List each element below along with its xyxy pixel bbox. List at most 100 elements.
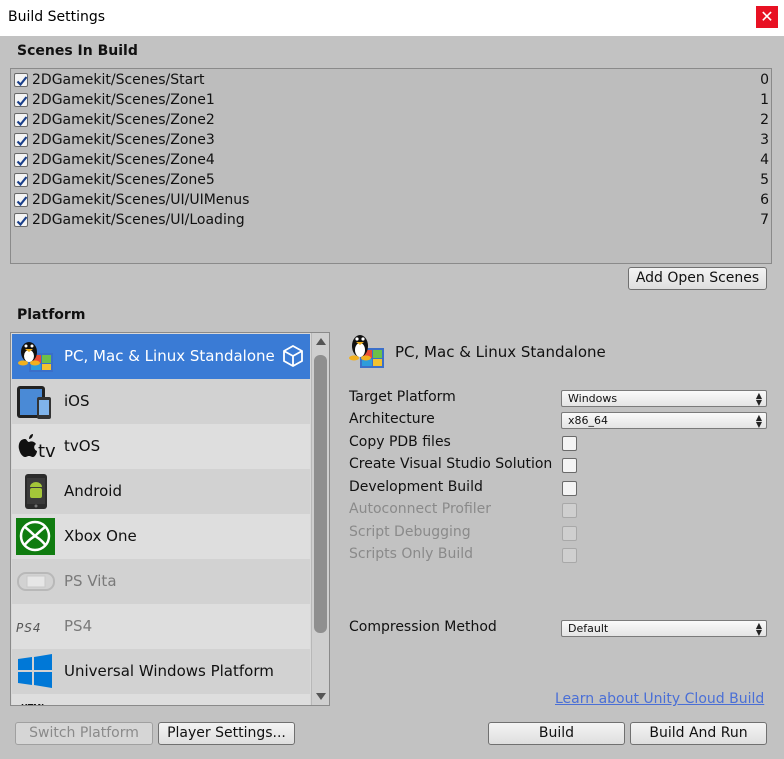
html5-icon-text: HTML bbox=[21, 703, 46, 706]
scene-checkbox[interactable] bbox=[14, 133, 28, 147]
scene-row[interactable]: 2DGamekit/Scenes/Zone5 5 bbox=[13, 170, 769, 190]
platform-list: PC, Mac & Linux Standalone iOS tv tvOS Andro… bbox=[10, 332, 330, 706]
architecture-dropdown[interactable]: x86_64 ▲ ▼ bbox=[561, 412, 767, 429]
target-platform-value: Windows bbox=[568, 392, 618, 405]
create-vs-solution-label: Create Visual Studio Solution bbox=[349, 456, 553, 472]
selected-platform-title: PC, Mac & Linux Standalone bbox=[395, 343, 606, 361]
platform-item-label: PC, Mac & Linux Standalone bbox=[64, 347, 275, 365]
scene-path: 2DGamekit/Scenes/Zone2 bbox=[32, 112, 215, 128]
development-build-label: Development Build bbox=[349, 479, 483, 495]
scene-index: 7 bbox=[760, 212, 769, 228]
scene-row[interactable]: 2DGamekit/Scenes/Zone2 2 bbox=[13, 110, 769, 130]
scene-row[interactable]: 2DGamekit/Scenes/Start 0 bbox=[13, 70, 769, 90]
scene-row[interactable]: 2DGamekit/Scenes/Zone1 1 bbox=[13, 90, 769, 110]
scene-row[interactable]: 2DGamekit/Scenes/UI/UIMenus 6 bbox=[13, 190, 769, 210]
scene-index: 5 bbox=[760, 172, 769, 188]
scene-path: 2DGamekit/Scenes/Zone3 bbox=[32, 132, 215, 148]
scene-index: 0 bbox=[760, 72, 769, 88]
platform-list-scrollbar[interactable] bbox=[311, 333, 329, 705]
copy-pdb-label: Copy PDB files bbox=[349, 434, 451, 450]
pc-mac-linux-icon bbox=[15, 338, 55, 375]
architecture-label: Architecture bbox=[349, 411, 435, 427]
platform-item[interactable]: PC, Mac & Linux Standalone bbox=[12, 334, 310, 379]
autoconnect-profiler-checkbox bbox=[562, 503, 577, 518]
xbox-one-icon bbox=[15, 518, 55, 555]
scroll-down-icon[interactable] bbox=[316, 693, 326, 700]
development-build-checkbox[interactable] bbox=[562, 481, 577, 496]
target-platform-label: Target Platform bbox=[349, 389, 456, 405]
scene-checkbox[interactable] bbox=[14, 213, 28, 227]
build-button[interactable]: Build bbox=[488, 722, 625, 745]
scene-path: 2DGamekit/Scenes/UI/UIMenus bbox=[32, 192, 250, 208]
platform-item[interactable]: Android bbox=[12, 469, 310, 514]
platform-item[interactable]: HTMLWebGL bbox=[12, 694, 310, 706]
scripts-only-build-checkbox bbox=[562, 548, 577, 563]
scene-checkbox[interactable] bbox=[14, 193, 28, 207]
autoconnect-profiler-label: Autoconnect Profiler bbox=[349, 501, 492, 517]
architecture-value: x86_64 bbox=[568, 414, 609, 427]
scroll-thumb[interactable] bbox=[314, 355, 327, 633]
ps-vita-icon bbox=[15, 563, 55, 600]
windows-icon bbox=[15, 653, 55, 690]
scene-row[interactable]: 2DGamekit/Scenes/Zone4 4 bbox=[13, 150, 769, 170]
scene-checkbox[interactable] bbox=[14, 93, 28, 107]
html5-icon: HTML bbox=[15, 698, 55, 706]
scene-path: 2DGamekit/Scenes/Start bbox=[32, 72, 205, 88]
ios-icon bbox=[15, 383, 55, 420]
target-platform-dropdown[interactable]: Windows ▲ ▼ bbox=[561, 390, 767, 407]
platform-item-label: PS4 bbox=[64, 617, 93, 635]
scene-index: 2 bbox=[760, 112, 769, 128]
compression-method-label: Compression Method bbox=[349, 619, 497, 635]
compression-method-value: Default bbox=[568, 622, 609, 635]
platform-item-label: tvOS bbox=[64, 437, 101, 455]
platform-item[interactable]: PS4 PS4 bbox=[12, 604, 310, 649]
scene-index: 6 bbox=[760, 192, 769, 208]
compression-method-dropdown[interactable]: Default ▲ ▼ bbox=[561, 620, 767, 637]
scene-path: 2DGamekit/Scenes/Zone5 bbox=[32, 172, 215, 188]
platform-item[interactable]: PS Vita bbox=[12, 559, 310, 604]
create-vs-solution-checkbox[interactable] bbox=[562, 458, 577, 473]
scene-checkbox[interactable] bbox=[14, 173, 28, 187]
unity-active-platform-icon bbox=[282, 344, 304, 368]
copy-pdb-checkbox[interactable] bbox=[562, 436, 577, 451]
platform-item-label: Android bbox=[64, 482, 122, 500]
scene-row[interactable]: 2DGamekit/Scenes/Zone3 3 bbox=[13, 130, 769, 150]
platform-item[interactable]: Xbox One bbox=[12, 514, 310, 559]
window-title: Build Settings bbox=[8, 9, 106, 25]
platform-item[interactable]: tv tvOS bbox=[12, 424, 310, 469]
script-debugging-checkbox bbox=[562, 526, 577, 541]
script-debugging-label: Script Debugging bbox=[349, 524, 471, 540]
scene-path: 2DGamekit/Scenes/Zone1 bbox=[32, 92, 215, 108]
dropdown-arrows-icon: ▲ ▼ bbox=[755, 413, 762, 429]
scene-row[interactable]: 2DGamekit/Scenes/UI/Loading 7 bbox=[13, 210, 769, 230]
scene-index: 4 bbox=[760, 152, 769, 168]
platform-item[interactable]: Universal Windows Platform bbox=[12, 649, 310, 694]
close-icon[interactable]: ✕ bbox=[756, 6, 778, 28]
tvos-icon-text: tv bbox=[38, 441, 55, 462]
ps4-icon-text: PS4 bbox=[16, 621, 42, 635]
scene-checkbox[interactable] bbox=[14, 153, 28, 167]
platform-header: Platform bbox=[17, 307, 86, 323]
platform-item-label: Xbox One bbox=[64, 527, 137, 545]
ps4-icon: PS4 bbox=[15, 608, 55, 645]
scene-checkbox[interactable] bbox=[14, 73, 28, 87]
scenes-in-build-header: Scenes In Build bbox=[17, 43, 138, 59]
build-and-run-button[interactable]: Build And Run bbox=[630, 722, 767, 745]
switch-platform-button[interactable]: Switch Platform bbox=[15, 722, 153, 745]
platform-item-label: PS Vita bbox=[64, 572, 117, 590]
add-open-scenes-button[interactable]: Add Open Scenes bbox=[628, 267, 767, 290]
scroll-up-icon[interactable] bbox=[316, 338, 326, 345]
android-icon bbox=[15, 473, 55, 510]
pc-mac-linux-icon bbox=[346, 330, 386, 372]
scene-path: 2DGamekit/Scenes/Zone4 bbox=[32, 152, 215, 168]
dropdown-arrows-icon: ▲ ▼ bbox=[755, 621, 762, 637]
unity-cloud-build-link[interactable]: Learn about Unity Cloud Build bbox=[555, 691, 764, 707]
scripts-only-build-label: Scripts Only Build bbox=[349, 546, 474, 562]
platform-item[interactable]: iOS bbox=[12, 379, 310, 424]
scene-index: 1 bbox=[760, 92, 769, 108]
scene-checkbox[interactable] bbox=[14, 113, 28, 127]
scene-index: 3 bbox=[760, 132, 769, 148]
player-settings-button[interactable]: Player Settings... bbox=[158, 722, 295, 745]
title-bar: Build Settings ✕ bbox=[0, 0, 784, 36]
platform-item-label: Universal Windows Platform bbox=[64, 662, 274, 680]
